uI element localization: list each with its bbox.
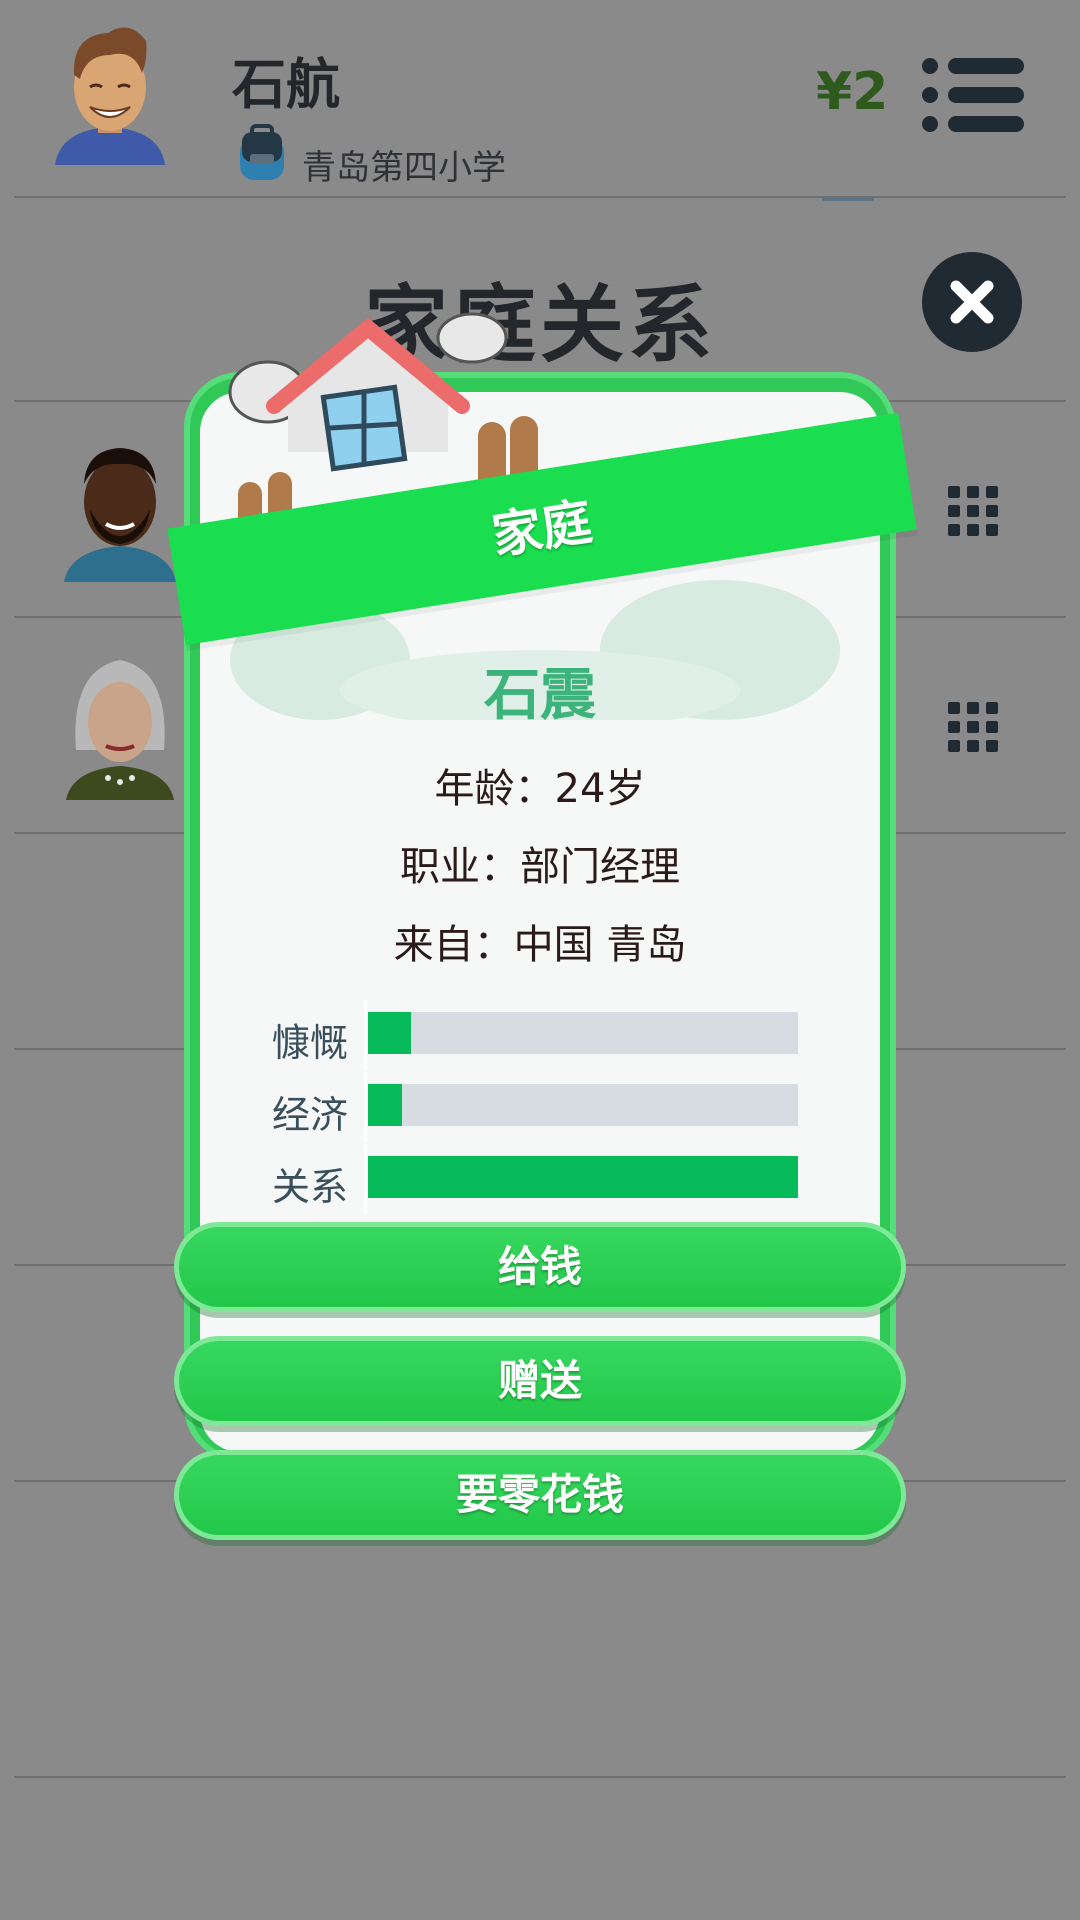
origin-text: 来自：中国 青岛: [393, 922, 687, 968]
age-text: 年龄：24岁: [434, 766, 646, 812]
father-avatar-icon: [64, 448, 176, 582]
list-menu-icon[interactable]: [922, 58, 1024, 132]
person-name: 石震: [484, 663, 596, 728]
close-icon: [950, 280, 994, 324]
stat-fill: [368, 1156, 798, 1198]
stat-bar-relationship: [368, 1156, 798, 1198]
divider: [14, 1776, 1066, 1778]
job-text: 职业：部门经理: [400, 844, 680, 890]
boy-avatar-icon: [55, 27, 165, 165]
menu-bar: [948, 87, 1024, 103]
menu-dot: [922, 87, 938, 103]
stat-bar-economy: [368, 1084, 798, 1126]
menu-dot: [922, 116, 938, 132]
give-money-button[interactable]: 给钱: [174, 1222, 906, 1312]
backpack-icon: [240, 124, 284, 180]
tab-indicator: [822, 198, 874, 201]
divider: [14, 196, 1066, 198]
gift-button[interactable]: 赠送: [174, 1336, 906, 1426]
menu-dot: [922, 58, 938, 74]
grid-menu-button[interactable]: [948, 486, 998, 536]
school-name: 青岛第四小学: [302, 148, 506, 188]
stat-axis: [364, 1072, 367, 1142]
menu-bar: [948, 116, 1024, 132]
menu-bar: [948, 58, 1024, 74]
stat-label-relationship: 关系: [272, 1165, 349, 1209]
money-balance: ¥2: [816, 62, 889, 122]
stat-fill: [368, 1084, 403, 1126]
close-button[interactable]: [922, 252, 1022, 352]
stat-fill: [368, 1012, 411, 1054]
stat-label-generosity: 慷慨: [272, 1021, 349, 1065]
stat-bar-generosity: [368, 1012, 798, 1054]
user-name: 石航: [232, 53, 340, 116]
stat-axis: [364, 1000, 367, 1070]
ask-pocket-money-button[interactable]: 要零花钱: [174, 1450, 906, 1540]
stat-axis: [364, 1144, 367, 1214]
stat-label-economy: 经济: [272, 1093, 349, 1137]
